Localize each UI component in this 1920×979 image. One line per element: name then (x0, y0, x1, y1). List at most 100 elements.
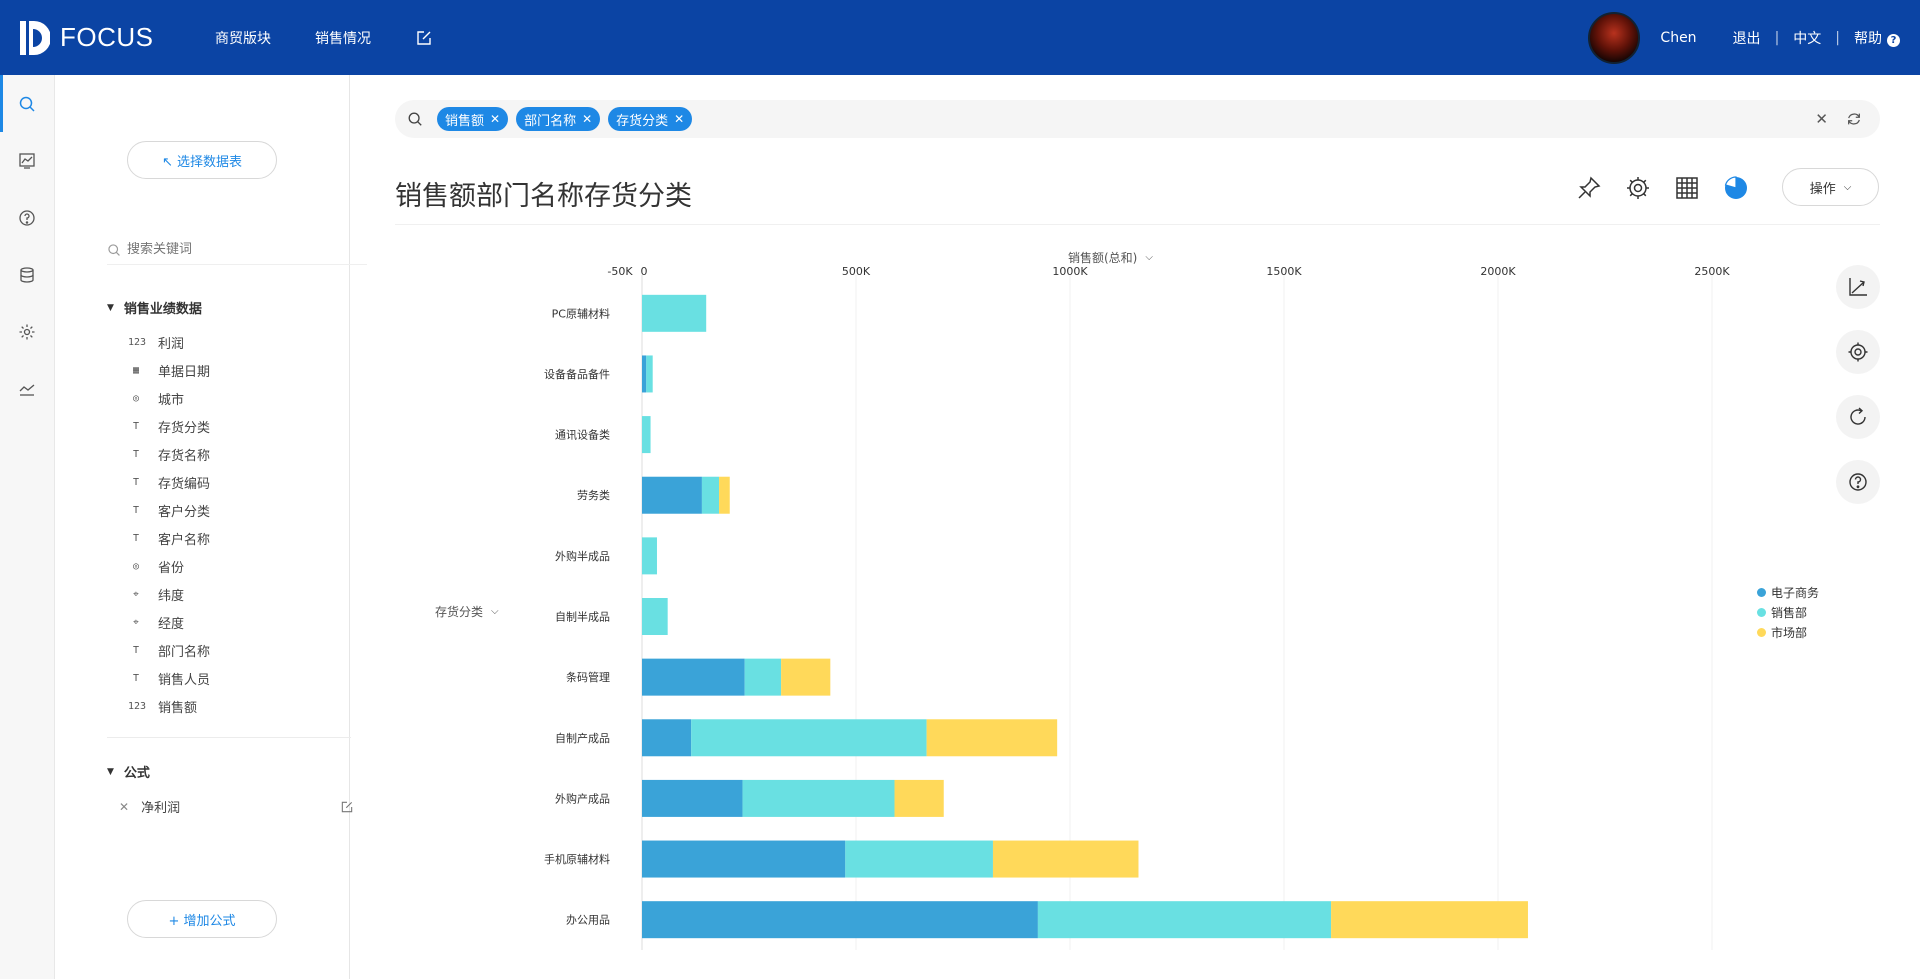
rail-trend[interactable] (0, 360, 54, 417)
data-source-panel: ↖ 选择数据表 ▼ 销售业绩数据 123 利润 ▦ 单据日期 ◎ 城市 T 存货分类 T 存货名称… (55, 75, 367, 979)
field-item[interactable]: ◎ 城市 (128, 384, 210, 412)
field-label: 单据日期 (158, 364, 211, 380)
search-icon (408, 112, 422, 126)
bar-segment (691, 719, 927, 757)
pie-chart-icon[interactable] (1723, 175, 1749, 201)
field-label: 存货名称 (158, 448, 211, 464)
x-axis-measure-select[interactable]: 销售额(总和) ⌵ (1068, 249, 1153, 266)
bar-segment (642, 294, 707, 332)
caret-down-icon: ▼ (107, 766, 114, 777)
query-chip[interactable]: 部门名称 ✕ (516, 107, 601, 131)
x-tick-label: 1000K (1052, 265, 1088, 278)
y-category-label: 自制半成品 (555, 610, 610, 624)
rail-question[interactable] (0, 189, 54, 246)
help-button[interactable] (1836, 460, 1880, 504)
bar-segment (744, 658, 782, 696)
field-label: 城市 (158, 392, 185, 408)
pin-icon[interactable] (1576, 175, 1602, 201)
operation-label: 操作 (1809, 181, 1836, 197)
avatar[interactable] (1588, 11, 1641, 64)
field-item[interactable]: T 存货名称 (128, 440, 210, 468)
formula-group-title[interactable]: ▼ 公式 (107, 762, 150, 781)
axis-icon (1849, 278, 1867, 296)
gear-icon[interactable] (1625, 175, 1651, 201)
add-formula-button[interactable]: + 增加公式 (127, 900, 277, 938)
divider (107, 737, 351, 738)
field-item[interactable]: ⌖ 纬度 (128, 580, 210, 608)
x-tick-label: 2500K (1694, 265, 1730, 278)
x-tick-label: -50K (607, 265, 633, 278)
y-category-label: 办公用品 (566, 914, 610, 927)
data-group-label: 销售业绩数据 (123, 302, 202, 317)
table-icon[interactable] (1674, 175, 1700, 201)
field-label: 销售人员 (158, 672, 211, 688)
query-chip[interactable]: 销售额 ✕ (437, 107, 509, 131)
x-tick-label: 0 (641, 265, 648, 278)
close-icon[interactable]: ✕ (582, 112, 592, 126)
bar-segment (926, 719, 1058, 757)
chart-legend: 电子商务销售部市场部 (1757, 582, 1819, 642)
close-icon[interactable]: ✕ (674, 112, 684, 126)
edit-icon[interactable] (415, 29, 433, 47)
number-type-icon: 123 (128, 700, 147, 712)
field-item[interactable]: 123 利润 (128, 328, 210, 356)
legend-item[interactable]: 电子商务 (1757, 582, 1819, 602)
bar-segment (642, 901, 1038, 939)
field-label: 经度 (158, 616, 185, 632)
field-item[interactable]: ▦ 单据日期 (128, 356, 210, 384)
clear-icon[interactable]: ✕ (1815, 110, 1828, 128)
number-type-icon: 123 (128, 336, 147, 348)
y-axis-attribute-select[interactable]: 存货分类 ⌵ (435, 603, 499, 620)
rail-settings[interactable] (0, 303, 54, 360)
query-chip[interactable]: 存货分类 ✕ (608, 107, 693, 131)
rail-database[interactable] (0, 246, 54, 303)
keyword-search-input[interactable] (127, 242, 327, 257)
legend-label: 电子商务 (1771, 585, 1820, 600)
query-search-bar[interactable]: 销售额 ✕ 部门名称 ✕ 存货分类 ✕ ✕ (395, 100, 1880, 138)
top-navbar: FOCUS 商贸版块 销售情况 Chen 退出 | 中文 | 帮助? (0, 0, 1920, 75)
y-category-label: 劳务类 (577, 488, 610, 502)
field-item[interactable]: T 存货分类 (128, 412, 210, 440)
rail-search[interactable] (0, 75, 54, 132)
field-item[interactable]: T 存货编码 (128, 468, 210, 496)
nav-sales-status[interactable]: 销售情况 (315, 28, 371, 48)
field-label: 省份 (158, 560, 185, 576)
gear-icon (19, 324, 35, 339)
calendar-icon: ▦ (132, 364, 140, 376)
formula-item[interactable]: ✕ 净利润 (119, 797, 354, 816)
bar-segment (642, 416, 651, 454)
y-category-label: 自制产成品 (555, 731, 610, 745)
field-item[interactable]: T 客户名称 (128, 524, 210, 552)
logout-link[interactable]: 退出 (1733, 28, 1761, 48)
edit-icon[interactable] (340, 800, 354, 814)
remove-icon[interactable]: ✕ (119, 800, 129, 814)
field-item[interactable]: ⌖ 经度 (128, 608, 210, 636)
rail-dashboard[interactable] (0, 132, 54, 189)
axis-settings-button[interactable] (1836, 265, 1880, 309)
legend-item[interactable]: 销售部 (1757, 602, 1819, 622)
username[interactable]: Chen (1660, 30, 1696, 46)
data-group-title[interactable]: ▼ 销售业绩数据 (107, 298, 202, 317)
chart-settings-button[interactable] (1836, 330, 1880, 374)
refresh-icon[interactable] (1846, 111, 1862, 127)
field-item[interactable]: ◎ 省份 (128, 552, 210, 580)
field-item[interactable]: T 客户分类 (128, 496, 210, 524)
field-item[interactable]: T 部门名称 (128, 636, 210, 664)
help-label: 帮助 (1854, 30, 1882, 47)
field-item[interactable]: T 销售人员 (128, 664, 210, 692)
keyword-search[interactable] (107, 235, 367, 265)
bar-segment (719, 476, 730, 514)
operation-dropdown[interactable]: 操作 ⌵ (1782, 168, 1879, 206)
choose-table-button[interactable]: ↖ 选择数据表 (127, 141, 277, 179)
y-category-label: 条码管理 (566, 670, 610, 684)
refresh-button[interactable] (1836, 395, 1880, 439)
legend-label: 市场部 (1771, 625, 1808, 640)
help-link[interactable]: 帮助? (1854, 28, 1900, 48)
bar-segment (781, 658, 831, 696)
close-icon[interactable]: ✕ (490, 112, 500, 126)
legend-item[interactable]: 市场部 (1757, 622, 1819, 642)
field-item[interactable]: 123 销售额 (128, 692, 210, 720)
nav-trade-section[interactable]: 商贸版块 (215, 28, 271, 48)
focus-logo[interactable]: FOCUS (20, 19, 195, 57)
language-link[interactable]: 中文 (1793, 28, 1821, 48)
